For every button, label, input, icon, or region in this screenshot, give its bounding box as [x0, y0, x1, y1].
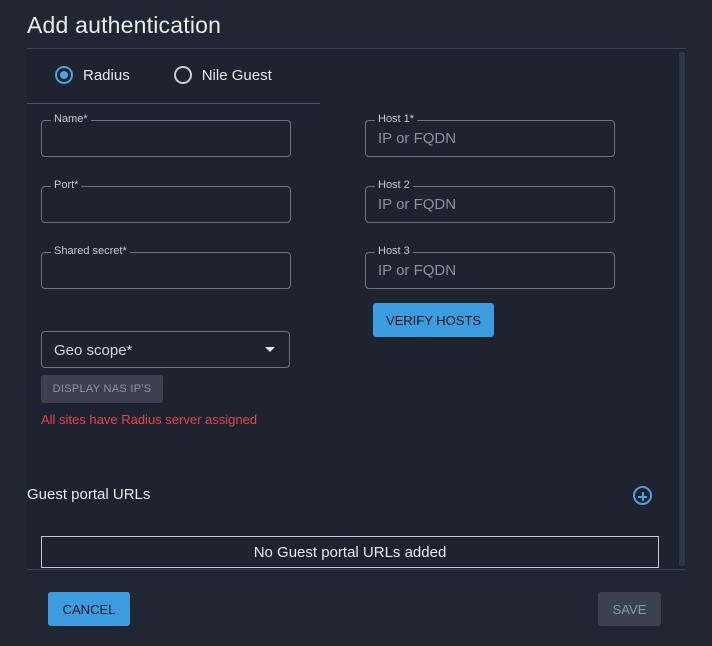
- geo-scope-label: Geo scope*: [54, 342, 133, 359]
- shared-secret-input[interactable]: [42, 253, 290, 288]
- host1-field: Host 1*: [365, 113, 615, 157]
- caret-down-icon: [265, 347, 275, 352]
- plus-circle-icon[interactable]: [633, 486, 652, 505]
- host3-input[interactable]: [366, 253, 614, 288]
- host3-field: Host 3: [365, 245, 615, 289]
- guest-portal-title: Guest portal URLs: [27, 486, 151, 503]
- host2-input[interactable]: [366, 187, 614, 222]
- display-nas-ips-button[interactable]: DISPLAY NAS IP'S: [41, 375, 163, 403]
- host1-input[interactable]: [366, 121, 614, 156]
- radio-nile-guest-indicator[interactable]: [173, 66, 192, 84]
- radio-nile-guest[interactable]: Nile Guest: [173, 66, 272, 84]
- radio-nile-guest-label: Nile Guest: [201, 66, 272, 84]
- verify-hosts-button[interactable]: VERIFY HOSTS: [373, 303, 494, 337]
- auth-type-radio-group: Radius Nile Guest: [55, 66, 316, 84]
- name-input[interactable]: [42, 121, 290, 156]
- radio-radius-label: Radius: [83, 66, 130, 84]
- host2-field: Host 2: [365, 179, 615, 223]
- cancel-button[interactable]: CANCEL: [48, 592, 130, 626]
- save-button[interactable]: SAVE: [598, 592, 661, 626]
- shared-secret-field: Shared secret*: [41, 245, 291, 289]
- dialog-title: Add authentication: [27, 12, 222, 38]
- port-input[interactable]: [42, 187, 290, 222]
- name-field: Name*: [41, 113, 291, 157]
- scrollbar-thumb[interactable]: [679, 52, 685, 566]
- guest-portal-empty-state: No Guest portal URLs added: [41, 536, 659, 568]
- geo-scope-select[interactable]: Geo scope*: [41, 331, 290, 368]
- radio-radius-indicator[interactable]: [55, 66, 73, 84]
- port-field: Port*: [41, 179, 291, 223]
- tab-divider: [27, 103, 320, 104]
- radio-radius[interactable]: Radius: [55, 66, 130, 84]
- error-message: All sites have Radius server assigned: [41, 412, 258, 427]
